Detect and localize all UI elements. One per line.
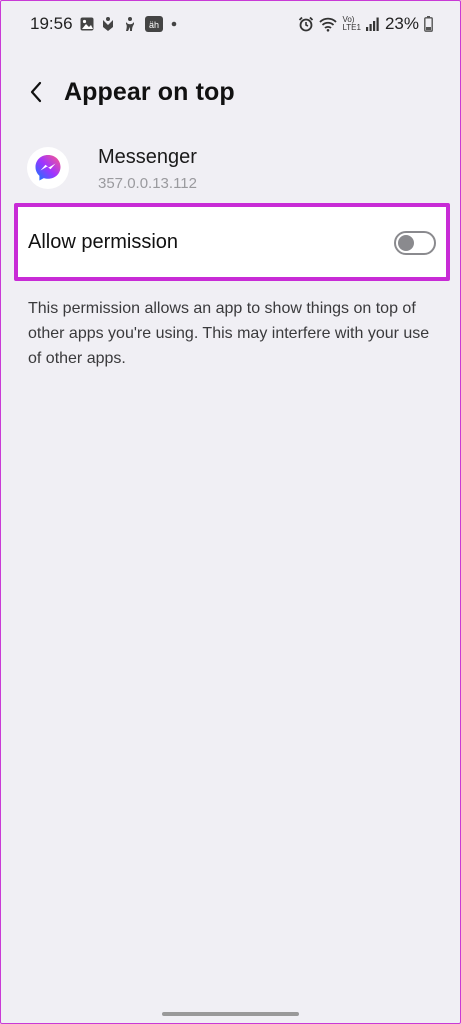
volte-lte-icon: Vo) LTE1	[342, 16, 361, 32]
gallery-icon	[80, 17, 94, 31]
back-button[interactable]	[18, 76, 54, 112]
permission-description: This permission allows an app to show th…	[28, 300, 430, 367]
app-info: Messenger 357.0.0.13.112	[0, 140, 461, 200]
accessibility-icon	[122, 16, 138, 32]
battery-percent: 23%	[384, 14, 419, 33]
allow-permission-row[interactable]: Allow permission	[14, 203, 450, 281]
network-label-bottom: LTE1	[342, 23, 361, 32]
ah-app-icon: äh	[144, 15, 164, 33]
battery-icon	[424, 16, 433, 32]
allow-permission-toggle[interactable]	[394, 231, 436, 255]
app-bar: Appear on top	[0, 70, 461, 120]
wifi-icon	[319, 17, 338, 32]
home-indicator[interactable]	[162, 1012, 299, 1016]
alarm-icon	[298, 16, 314, 32]
status-bar: 19:56 äh Vo) LTE1 23%	[0, 0, 461, 50]
svg-text:äh: äh	[149, 20, 159, 30]
status-right: Vo) LTE1 23%	[298, 14, 433, 34]
signal-icon	[365, 17, 380, 31]
app-version: 357.0.0.13.112	[98, 175, 197, 192]
dot-icon	[170, 20, 178, 28]
chevron-left-icon	[28, 80, 44, 109]
toggle-knob	[398, 235, 414, 251]
messenger-icon	[27, 147, 69, 189]
page-title: Appear on top	[64, 78, 235, 106]
app-name: Messenger	[98, 146, 197, 168]
allow-permission-label: Allow permission	[28, 231, 179, 253]
status-time: 19:56	[30, 14, 73, 33]
status-left-icons: äh	[80, 15, 178, 33]
app-notification-icon	[100, 16, 116, 32]
